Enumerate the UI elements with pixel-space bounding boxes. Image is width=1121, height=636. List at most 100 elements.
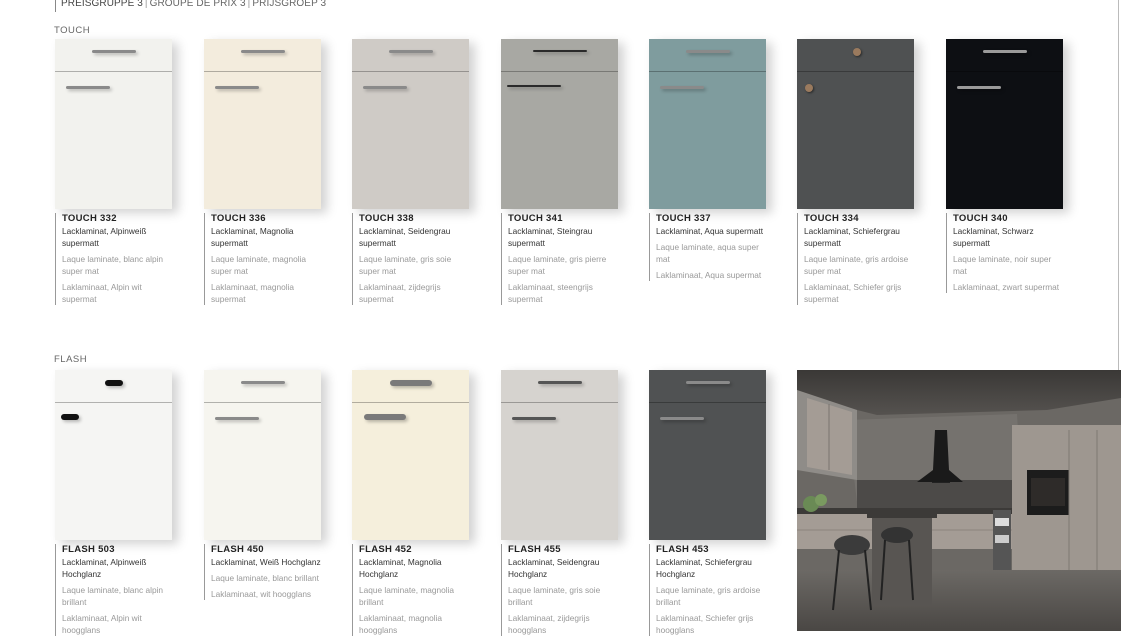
door-swatch	[501, 39, 618, 209]
description-fr: Laque laminate, magnolia brillant	[359, 585, 455, 607]
header-title-de: PREISGRUPPE 3	[61, 0, 143, 9]
door-swatch	[649, 39, 766, 209]
description-nl: Laklaminaat, magnolia hoogglans	[359, 613, 443, 635]
swatch-card: TOUCH 337 Lacklaminat, Aqua supermatt Laqu…	[649, 39, 767, 281]
description-nl: Laklaminaat, Alpin wit hoogglans	[62, 613, 142, 635]
description-de: Lacklaminat, Steingrau supermatt	[508, 226, 593, 248]
swatch-info: TOUCH 341 Lacklaminat, Steingrau supermat…	[501, 213, 619, 305]
door-swatch	[352, 39, 469, 209]
drawer-split-line	[352, 402, 469, 403]
description-de: Lacklaminat, Magnolia Hochglanz	[359, 557, 442, 579]
drawer-split-line	[649, 402, 766, 403]
product-code: FLASH 503	[62, 544, 115, 555]
swatch-info: TOUCH 334 Lacklaminat, Schiefergrau super…	[797, 213, 915, 305]
swatch-card: TOUCH 332 Lacklaminat, Alpinweiß supermat…	[55, 39, 173, 305]
swatch-card: FLASH 453 Lacklaminat, Schiefergrau Hochg…	[649, 370, 767, 636]
door-swatch	[501, 370, 618, 540]
product-code: TOUCH 340	[953, 213, 1008, 224]
description-nl: Laklaminaat, Schiefer grijs hoogglans	[656, 613, 754, 635]
door-swatch	[204, 370, 321, 540]
drawer-split-line	[501, 402, 618, 403]
swatch-info: TOUCH 336 Lacklaminat, Magnolia supermatt…	[204, 213, 322, 305]
description-nl: Laklaminaat, Alpin wit supermat	[62, 282, 142, 304]
swatch-card: FLASH 455 Lacklaminat, Seidengrau Hochgla…	[501, 370, 619, 636]
swatch-info: FLASH 452 Lacklaminat, Magnolia Hochglanz…	[352, 544, 470, 636]
product-code: FLASH 455	[508, 544, 561, 555]
swatch-info: TOUCH 337 Lacklaminat, Aqua supermatt Laqu…	[649, 213, 767, 281]
swatch-info: FLASH 453 Lacklaminat, Schiefergrau Hochg…	[649, 544, 767, 636]
handle-icon	[66, 86, 110, 89]
description-de: Lacklaminat, Seidengrau supermatt	[359, 226, 451, 248]
handle-icon	[105, 380, 123, 386]
page-edge	[1118, 0, 1119, 370]
swatch-info: TOUCH 332 Lacklaminat, Alpinweiß supermat…	[55, 213, 173, 305]
description-de: Lacklaminat, Alpinweiß Hochglanz	[62, 557, 147, 579]
product-code: TOUCH 341	[508, 213, 563, 224]
description-de: Lacklaminat, Weiß Hochglanz	[211, 557, 321, 567]
drawer-split-line	[649, 71, 766, 72]
description-nl: Laklaminaat, wit hoogglans	[211, 589, 312, 599]
product-code: TOUCH 337	[656, 213, 711, 224]
product-code: TOUCH 336	[211, 213, 266, 224]
description-fr: Laque laminate, blanc brillant	[211, 573, 319, 583]
drawer-split-line	[946, 71, 1063, 72]
handle-icon	[686, 50, 730, 53]
product-code: FLASH 450	[211, 544, 264, 555]
description-fr: Laque laminate, gris soie brillant	[508, 585, 601, 607]
description-nl: Laklaminaat, zwart supermat	[953, 282, 1060, 292]
product-code: TOUCH 338	[359, 213, 414, 224]
description-de: Lacklaminat, Schiefergrau supermatt	[804, 226, 900, 248]
knob-handle-icon	[853, 48, 861, 56]
header-separator: |	[247, 0, 251, 9]
swatch-card: TOUCH 341 Lacklaminat, Steingrau supermat…	[501, 39, 619, 305]
header-title-nl: PRIJSGROEP 3	[252, 0, 327, 9]
kitchen-photo	[797, 370, 1121, 631]
description-fr: Laque laminate, gris pierre super mat	[508, 254, 607, 276]
handle-icon	[241, 381, 285, 384]
door-swatch	[204, 39, 321, 209]
description-fr: Laque laminate, gris ardoise super mat	[804, 254, 909, 276]
description-de: Lacklaminat, Seidengrau Hochglanz	[508, 557, 600, 579]
handle-icon	[507, 85, 561, 87]
drawer-split-line	[204, 402, 321, 403]
description-de: Lacklaminat, Schiefergrau Hochglanz	[656, 557, 752, 579]
description-fr: Laque laminate, blanc alpin super mat	[62, 254, 164, 276]
description-nl: Laklaminaat, Schiefer grijs supermat	[804, 282, 902, 304]
handle-icon	[92, 50, 136, 53]
description-de: Lacklaminat, Schwarz supermatt	[953, 226, 1034, 248]
door-swatch	[649, 370, 766, 540]
drawer-split-line	[55, 402, 172, 403]
handle-icon	[660, 86, 704, 89]
price-group-header: PREISGRUPPE 3 | GROUPE DE PRIX 3 | PRIJSGROE…	[61, 0, 326, 9]
drawer-split-line	[797, 71, 914, 72]
door-swatch	[946, 39, 1063, 209]
drawer-split-line	[352, 71, 469, 72]
product-code: TOUCH 334	[804, 213, 859, 224]
swatch-info: FLASH 455 Lacklaminat, Seidengrau Hochgla…	[501, 544, 619, 636]
swatch-card: TOUCH 336 Lacklaminat, Magnolia supermatt…	[204, 39, 322, 305]
handle-icon	[686, 381, 730, 384]
description-fr: Laque laminate, gris ardoise brillant	[656, 585, 761, 607]
knob-handle-icon	[805, 84, 813, 92]
description-de: Lacklaminat, Alpinweiß supermatt	[62, 226, 147, 248]
product-code: FLASH 453	[656, 544, 709, 555]
description-fr: Laque laminate, noir super mat	[953, 254, 1052, 276]
description-nl: Laklaminaat, zijdegrijs hoogglans	[508, 613, 590, 635]
description-de: Lacklaminat, Magnolia supermatt	[211, 226, 294, 248]
drawer-split-line	[204, 71, 321, 72]
description-nl: Laklaminaat, steengrijs supermat	[508, 282, 593, 304]
swatch-info: FLASH 503 Lacklaminat, Alpinweiß Hochglan…	[55, 544, 173, 636]
handle-icon	[983, 50, 1027, 53]
swatch-info: FLASH 450 Lacklaminat, Weiß Hochglanz Laqu…	[204, 544, 322, 600]
section-label-touch: TOUCH	[54, 25, 91, 36]
swatch-card: TOUCH 340 Lacklaminat, Schwarz supermatt L…	[946, 39, 1064, 293]
door-swatch	[352, 370, 469, 540]
swatch-info: TOUCH 338 Lacklaminat, Seidengrau superma…	[352, 213, 470, 305]
handle-icon	[538, 381, 582, 384]
header-title-fr: GROUPE DE PRIX 3	[149, 0, 246, 9]
handle-icon	[61, 414, 79, 420]
product-code: FLASH 452	[359, 544, 412, 555]
handle-icon	[533, 50, 587, 52]
description-fr: Laque laminate, gris soie super mat	[359, 254, 452, 276]
handle-icon	[241, 50, 285, 53]
